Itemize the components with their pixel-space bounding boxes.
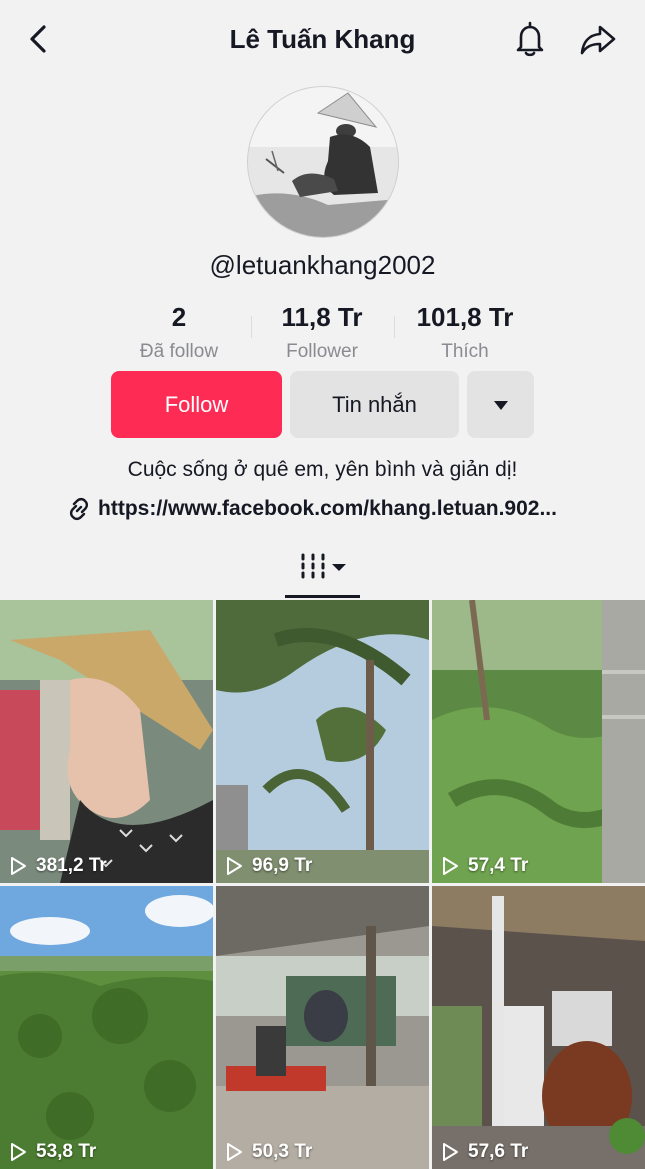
video-view-count: 96,9 Tr <box>224 855 312 877</box>
tab-active-indicator <box>285 595 360 598</box>
tab-videos[interactable] <box>285 548 360 598</box>
link-icon <box>69 497 89 521</box>
top-nav-bar: Lê Tuấn Khang <box>0 0 645 80</box>
video-image <box>216 886 429 1169</box>
stat-followers[interactable]: 11,8 Tr Follower <box>247 302 397 363</box>
caret-down-icon <box>493 400 508 410</box>
video-view-count: 57,6 Tr <box>440 1141 528 1163</box>
video-thumbnail[interactable]: 57,4 Tr <box>432 600 645 883</box>
profile-bio: Cuộc sống ở quê em, yên bình và giản dị! <box>127 458 518 481</box>
video-view-count: 57,4 Tr <box>440 855 528 877</box>
play-outline-icon <box>227 1143 242 1161</box>
play-outline-icon <box>11 857 26 875</box>
grid-tab-icon <box>301 553 346 579</box>
video-image <box>216 600 429 883</box>
video-thumbnail[interactable]: 57,6 Tr <box>432 886 645 1169</box>
video-view-count: 50,3 Tr <box>224 1141 312 1163</box>
profile-link-url: https://www.facebook.com/khang.letuan.90… <box>98 497 557 520</box>
profile-link[interactable]: https://www.facebook.com/khang.letuan.90… <box>66 494 586 524</box>
share-arrow-icon[interactable] <box>578 20 618 58</box>
stat-followers-value: 11,8 Tr <box>281 302 363 332</box>
video-views-text: 50,3 Tr <box>252 1141 313 1162</box>
profile-stats: 2 Đã follow 11,8 Tr Follower 101,8 Tr Th… <box>0 302 645 362</box>
video-view-count: 53,8 Tr <box>8 1141 96 1163</box>
more-options-button[interactable] <box>467 371 534 438</box>
stat-following[interactable]: 2 Đã follow <box>104 302 254 363</box>
video-image <box>0 600 213 883</box>
stat-likes-value: 101,8 Tr <box>416 302 514 332</box>
play-outline-icon <box>227 857 242 875</box>
video-views-text: 57,4 Tr <box>468 855 529 876</box>
video-views-text: 381,2 Tr <box>36 855 107 876</box>
video-grid: 381,2 Tr 96,9 Tr 57,4 Tr 53,8 Tr 50,3 Tr… <box>0 600 645 1169</box>
video-image <box>432 886 645 1169</box>
stat-likes-label: Thích <box>441 341 489 362</box>
avatar-image <box>248 87 398 237</box>
stat-following-value: 2 <box>171 302 187 332</box>
play-outline-icon <box>443 857 458 875</box>
video-thumbnail[interactable]: 53,8 Tr <box>0 886 213 1169</box>
video-views-text: 57,6 Tr <box>468 1141 529 1162</box>
play-outline-icon <box>11 1143 26 1161</box>
video-thumbnail[interactable]: 96,9 Tr <box>216 600 429 883</box>
video-views-text: 96,9 Tr <box>252 855 313 876</box>
stat-followers-label: Follower <box>286 341 358 362</box>
stat-following-label: Đã follow <box>139 341 219 362</box>
profile-avatar[interactable] <box>247 86 399 238</box>
video-views-text: 53,8 Tr <box>36 1141 97 1162</box>
video-thumbnail[interactable]: 50,3 Tr <box>216 886 429 1169</box>
video-view-count: 381,2 Tr <box>8 855 107 877</box>
follow-button[interactable]: Follow <box>111 371 282 438</box>
bell-icon[interactable] <box>511 20 549 58</box>
video-thumbnail[interactable]: 381,2 Tr <box>0 600 213 883</box>
message-button[interactable]: Tin nhắn <box>290 371 459 438</box>
play-outline-icon <box>443 1143 458 1161</box>
video-image <box>432 600 645 883</box>
profile-username: @letuankhang2002 <box>209 250 436 280</box>
stat-likes: 101,8 Tr Thích <box>390 302 540 363</box>
video-image <box>0 886 213 1169</box>
